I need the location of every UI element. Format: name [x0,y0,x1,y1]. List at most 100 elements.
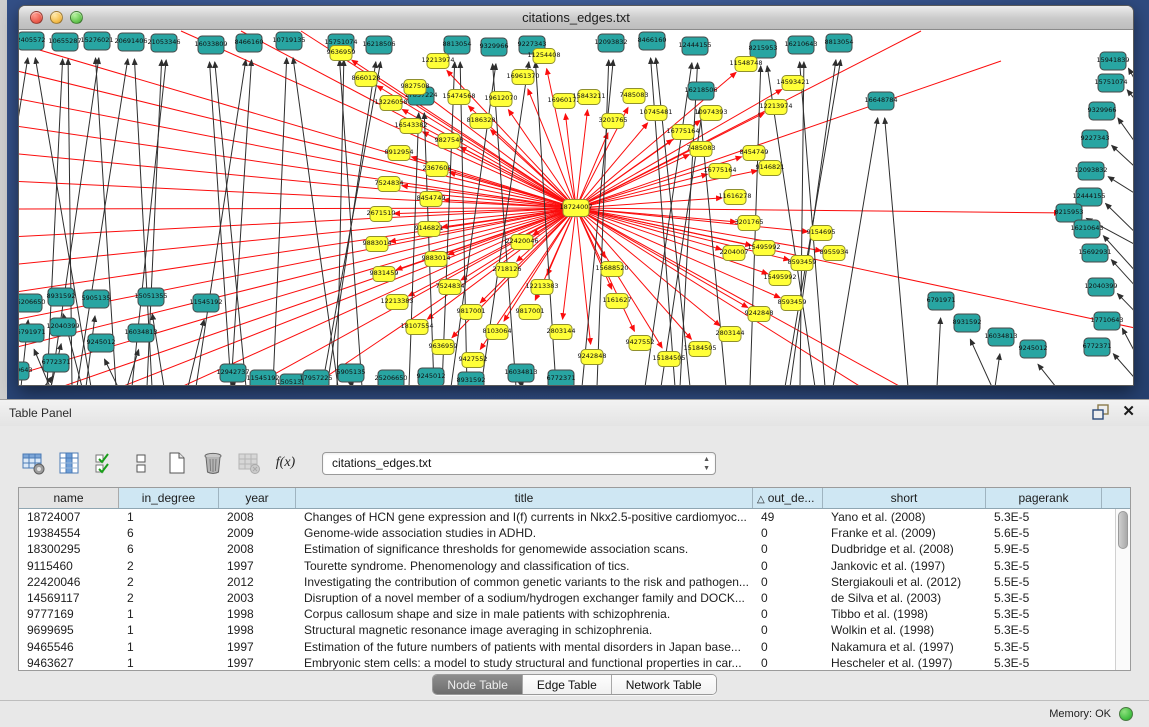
graph-node-teal[interactable]: 16034813 [504,364,537,382]
graph-node-teal[interactable]: 6772371 [42,354,71,372]
graph-node-teal[interactable]: 15692931 [1078,244,1111,262]
graph-node-yellow[interactable]: 10974393 [694,106,727,121]
graph-node-teal[interactable]: 12040399 [46,318,79,336]
delete-icon[interactable] [200,450,227,477]
graph-node-yellow[interactable]: 9636959 [327,46,356,61]
graph-node-yellow[interactable]: 7485083 [687,142,716,157]
graph-node-yellow[interactable]: 3201765 [599,114,628,129]
graph-node-teal[interactable]: 21053346 [147,34,180,52]
graph-node-teal[interactable]: 15941839 [1096,52,1129,70]
citation-edge-black[interactable] [1127,90,1133,114]
graph-node-yellow[interactable]: 8912954 [385,146,414,161]
table-selector-dropdown[interactable]: citations_edges.txt ▲▼ [322,452,716,475]
graph-node-yellow[interactable]: 12213974 [759,100,792,115]
citation-network-graph[interactable]: 2405572106552871527602120691406210533461… [19,30,1133,385]
graph-node-teal[interactable]: 15751074 [1094,74,1127,92]
citation-edge-black[interactable] [1112,145,1133,178]
graph-node-yellow[interactable]: 15495992 [763,271,796,286]
graph-node-teal[interactable]: 17710643 [1090,312,1123,330]
graph-node-yellow[interactable]: 9883014 [422,252,451,267]
graph-node-teal[interactable]: 16034813 [124,324,157,342]
citation-edge-black[interactable] [1038,364,1056,385]
graph-node-yellow[interactable]: 18107554 [400,320,433,335]
graph-node-teal[interactable]: 10655287 [48,33,81,51]
graph-node-yellow[interactable]: 15474568 [442,90,475,105]
column-header-pagerank[interactable]: pagerank [986,488,1102,508]
graph-node-teal[interactable]: 15276021 [80,32,113,50]
citation-edge-black[interactable] [995,354,1000,385]
table-row[interactable]: 1938455462009Genome-wide association stu… [19,525,1130,541]
graph-node-yellow[interactable]: 7524834 [436,280,465,295]
graph-node-yellow[interactable]: 12213974 [421,54,454,69]
graph-node-teal[interactable]: 25206650 [374,370,407,385]
citation-edge-black[interactable] [210,62,231,385]
graph-node-hub[interactable]: 18724007 [559,200,592,217]
graph-node-yellow[interactable]: 9427552 [626,336,655,351]
citation-edge-red[interactable] [19,153,576,208]
graph-node-yellow[interactable]: 1161627 [603,294,632,309]
column-header-title[interactable]: title [296,488,753,508]
graph-node-teal[interactable]: 15051355 [134,288,167,306]
graph-node-yellow[interactable]: 8186328 [467,114,496,129]
citation-edge-red[interactable] [576,208,1060,213]
graph-node-teal[interactable]: 8215953 [749,40,778,58]
column-header-year[interactable]: year [219,488,296,508]
graph-node-teal[interactable]: 16648784 [864,92,897,110]
graph-node-teal[interactable]: 25206650 [19,294,46,312]
graph-node-yellow[interactable]: 8955934 [820,246,849,261]
citation-edge-black[interactable] [1122,328,1133,375]
graph-node-yellow[interactable]: 11616278 [718,190,751,205]
unselect-all-icon[interactable] [128,450,155,477]
graph-node-teal[interactable]: 12444155 [1072,188,1105,206]
graph-node-yellow[interactable]: 9817001 [516,305,545,320]
graph-node-teal[interactable]: 16210643 [1070,220,1103,238]
graph-node-teal[interactable]: 16210643 [784,36,817,54]
table-row[interactable]: 946362711997Embryonic stem cells: a mode… [19,655,1130,670]
graph-node-yellow[interactable]: 9242848 [578,350,607,365]
citation-edge-black[interactable] [800,62,804,385]
table-row[interactable]: 1830029562008Estimation of significance … [19,541,1130,557]
table-options-icon[interactable] [20,450,47,477]
graph-node-yellow[interactable]: 2367608 [423,162,452,177]
graph-node-teal[interactable]: 12093832 [1074,162,1107,180]
show-columns-icon[interactable] [56,450,83,477]
graph-node-teal[interactable]: 8931592 [47,288,76,306]
table-row[interactable]: 946554611997Estimation of the future num… [19,639,1130,655]
graph-node-yellow[interactable]: 11254408 [527,49,560,64]
graph-node-yellow[interactable]: 9427552 [459,353,488,368]
graph-node-teal[interactable]: 11545192 [246,370,279,385]
graph-node-teal[interactable]: 8215953 [1055,204,1084,222]
graph-node-teal[interactable]: 17957225 [299,370,332,385]
graph-node-yellow[interactable]: 9636959 [429,340,458,355]
graph-node-yellow[interactable]: 9146821 [415,222,444,237]
graph-node-yellow[interactable]: 22420046 [505,235,538,250]
graph-node-teal[interactable]: 8813054 [825,34,854,52]
graph-node-yellow[interactable]: 9827508 [401,80,430,95]
citation-edge-red[interactable] [576,198,722,208]
graph-node-teal[interactable]: 9245012 [87,334,116,352]
select-all-icon[interactable] [92,450,119,477]
graph-node-yellow[interactable]: 14593421 [776,76,809,91]
graph-node-yellow[interactable]: 9817001 [457,305,486,320]
network-graph-canvas[interactable]: 2405572106552871527602120691406210533461… [19,30,1133,385]
graph-node-teal[interactable]: 9227343 [1081,130,1110,148]
graph-node-teal[interactable]: 8466160 [638,32,667,50]
graph-node-teal[interactable]: 16034813 [984,328,1017,346]
graph-node-yellow[interactable]: 9827546 [435,134,464,149]
citation-edge-red[interactable] [121,208,576,385]
graph-node-yellow[interactable]: 19612070 [484,92,517,107]
network-window-titlebar[interactable]: citations_edges.txt [19,6,1133,30]
table-row[interactable]: 911546021997Tourette syndrome. Phenomeno… [19,558,1130,574]
graph-node-teal[interactable]: 12093832 [594,34,627,52]
graph-node-yellow[interactable]: 7485083 [620,89,649,104]
graph-node-yellow[interactable]: 15184505 [652,352,685,367]
tab-network-table[interactable]: Network Table [612,675,716,694]
column-header-short[interactable]: short [823,488,986,508]
graph-node-teal[interactable]: 16218506 [684,82,717,100]
graph-node-teal[interactable]: 6772371 [547,370,576,385]
graph-node-yellow[interactable]: 9154695 [807,226,836,241]
graph-node-teal[interactable]: 12942737 [216,364,249,382]
graph-node-teal[interactable]: 9245012 [417,368,446,385]
graph-node-yellow[interactable]: 8660128 [352,72,381,87]
graph-node-yellow[interactable]: 8454749 [740,146,769,161]
